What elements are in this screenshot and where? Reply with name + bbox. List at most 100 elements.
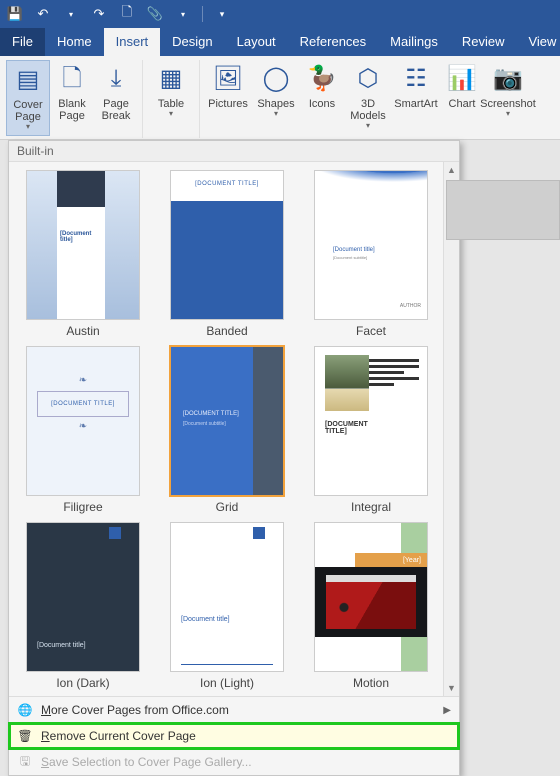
ribbon: ▤ Cover Page ▾ 🗋 Blank Page ⤓ Page Break…: [0, 56, 560, 140]
tab-view[interactable]: View: [516, 28, 560, 56]
dropdown-icon: ▾: [169, 110, 173, 119]
thumbnail-label: Facet: [356, 324, 386, 338]
tab-layout[interactable]: Layout: [225, 28, 288, 56]
doc-title: [Document title]: [333, 247, 375, 253]
doc-subtitle: [Document subtitle]: [333, 255, 407, 260]
tab-review[interactable]: Review: [450, 28, 517, 56]
gallery-item-facet[interactable]: [Document title] [Document subtitle] AUT…: [301, 168, 441, 340]
gallery-item-grid[interactable]: [DOCUMENT TITLE] [Document subtitle] Gri…: [157, 344, 297, 516]
shapes-icon: ◯: [263, 62, 290, 96]
doc-title: [Document title]: [181, 616, 230, 623]
menu-more-office[interactable]: 🌐 More Cover Pages from Office.com ▶: [9, 697, 459, 723]
icons-button[interactable]: 🦆 Icons: [300, 60, 344, 136]
redo-icon[interactable]: ↷: [88, 3, 110, 25]
thumbnail: [Document title]: [26, 522, 140, 672]
undo-dropdown-icon[interactable]: ▾: [60, 3, 82, 25]
scroll-down-icon[interactable]: ▼: [444, 680, 459, 696]
blank-page-label: Blank Page: [52, 98, 92, 122]
chevron-right-icon: ▶: [443, 705, 451, 716]
gallery-item-austin[interactable]: [Document title] Austin: [13, 168, 153, 340]
thumbnail: [Document title]: [26, 170, 140, 320]
customize-qat-icon[interactable]: ▾: [211, 3, 233, 25]
remove-page-icon: 🗑: [17, 728, 33, 744]
tab-file[interactable]: File: [0, 28, 45, 56]
thumbnail-label: Ion (Dark): [56, 676, 109, 690]
doc-title: [DOCUMENT TITLE]: [183, 411, 239, 417]
gallery-item-integral[interactable]: [DOCUMENT TITLE] Integral: [301, 344, 441, 516]
gallery-item-filigree[interactable]: ❧ [DOCUMENT TITLE] ❧ Filigree: [13, 344, 153, 516]
menu-label: More Cover Pages from Office.com: [41, 703, 229, 717]
dropdown-icon: ▾: [26, 123, 30, 132]
doc-title: [DOCUMENT TITLE]: [325, 421, 385, 435]
scroll-thumb[interactable]: [446, 180, 560, 240]
thumbnail: [DOCUMENT TITLE]: [314, 346, 428, 496]
paste-dropdown-icon[interactable]: ▾: [172, 3, 194, 25]
save-icon[interactable]: 💾: [4, 3, 26, 25]
gallery-section-header: Built-in: [9, 141, 459, 162]
doc-title: [DOCUMENT TITLE]: [37, 391, 129, 417]
dropdown-icon: ▾: [506, 110, 510, 119]
cover-page-button[interactable]: ▤ Cover Page ▾: [6, 60, 50, 136]
doc-subtitle: [Document subtitle]: [183, 421, 226, 427]
gallery-item-banded[interactable]: [DOCUMENT TITLE] Banded: [157, 168, 297, 340]
thumbnail: [DOCUMENT TITLE] [Document subtitle]: [170, 346, 284, 496]
table-button[interactable]: ▦ Table ▾: [147, 60, 195, 136]
shapes-button[interactable]: ◯ Shapes ▾: [252, 60, 300, 136]
thumbnail-label: Filigree: [63, 500, 102, 514]
thumbnail-label: Grid: [216, 500, 239, 514]
tab-design[interactable]: Design: [160, 28, 224, 56]
gallery-item-ion-dark[interactable]: [Document title] Ion (Dark): [13, 520, 153, 692]
thumbnail-label: Motion: [353, 676, 389, 690]
tab-mailings[interactable]: Mailings: [378, 28, 450, 56]
screenshot-icon: 📷: [493, 62, 523, 96]
save-gallery-icon: 🖫: [17, 754, 33, 770]
globe-icon: 🌐: [17, 702, 33, 718]
chart-button[interactable]: 📊 Chart: [440, 60, 484, 136]
ribbon-group-illustrations: 🖼 Pictures ◯ Shapes ▾ 🦆 Icons ⬡ 3D Model…: [200, 60, 536, 138]
screenshot-button[interactable]: 📷 Screenshot ▾: [484, 60, 532, 136]
gallery-item-motion[interactable]: [Year] Motion: [301, 520, 441, 692]
scroll-up-icon[interactable]: ▲: [444, 162, 459, 178]
pictures-label: Pictures: [208, 98, 248, 110]
page-break-label: Page Break: [96, 98, 136, 122]
doc-year: [Year]: [355, 553, 427, 567]
tab-insert[interactable]: Insert: [104, 28, 161, 56]
tab-references[interactable]: References: [288, 28, 378, 56]
gallery-scrollbar[interactable]: ▲ ▼: [443, 162, 459, 696]
table-icon: ▦: [160, 62, 183, 96]
smartart-button[interactable]: ☷ SmartArt: [392, 60, 440, 136]
pictures-button[interactable]: 🖼 Pictures: [204, 60, 252, 136]
icons-icon: 🦆: [307, 62, 337, 96]
page-break-icon: ⤓: [111, 62, 122, 96]
undo-icon[interactable]: ↶: [32, 3, 54, 25]
pictures-icon: 🖼: [213, 62, 243, 96]
thumbnail-label: Banded: [206, 324, 247, 338]
page-break-button[interactable]: ⤓ Page Break: [94, 60, 138, 136]
menu-remove-cover-page[interactable]: 🗑 Remove Current Cover Page: [9, 723, 459, 749]
gallery-footer-menu: 🌐 More Cover Pages from Office.com ▶ 🗑 R…: [9, 696, 459, 775]
doc-title: [Document title]: [60, 231, 102, 243]
ribbon-group-tables: ▦ Table ▾: [143, 60, 200, 138]
separator: [202, 6, 203, 22]
thumbnail: [Document title] [Document subtitle] AUT…: [314, 170, 428, 320]
doc-author: AUTHOR: [400, 303, 421, 309]
paste-icon[interactable]: 📎: [144, 3, 166, 25]
menu-label: Remove Current Cover Page: [41, 729, 196, 743]
ribbon-tabs: File Home Insert Design Layout Reference…: [0, 28, 560, 56]
cover-page-gallery: Built-in ▲ ▼ [Document title] Austin [DO…: [8, 140, 460, 776]
ribbon-group-pages: ▤ Cover Page ▾ 🗋 Blank Page ⤓ Page Break: [2, 60, 143, 138]
thumbnail: [Document title]: [170, 522, 284, 672]
chart-label: Chart: [449, 98, 476, 110]
doc-title: [DOCUMENT TITLE]: [171, 181, 283, 187]
gallery-body: ▲ ▼ [Document title] Austin [DOCUMENT TI…: [9, 162, 459, 696]
thumbnail-label: Integral: [351, 500, 391, 514]
thumbnail-label: Ion (Light): [200, 676, 254, 690]
dropdown-icon: ▾: [366, 122, 370, 131]
icons-label: Icons: [309, 98, 335, 110]
thumbnail-label: Austin: [66, 324, 99, 338]
new-document-icon[interactable]: 🗋: [116, 3, 138, 25]
gallery-item-ion-light[interactable]: [Document title] Ion (Light): [157, 520, 297, 692]
tab-home[interactable]: Home: [45, 28, 104, 56]
blank-page-button[interactable]: 🗋 Blank Page: [50, 60, 94, 136]
3d-models-button[interactable]: ⬡ 3D Models ▾: [344, 60, 392, 136]
